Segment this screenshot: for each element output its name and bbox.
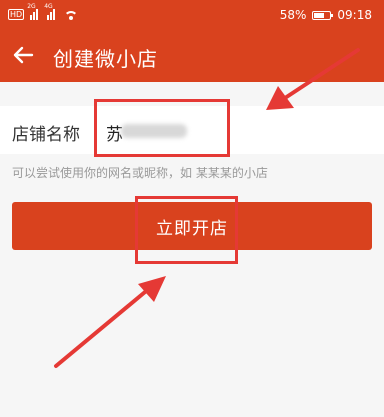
arrow-pointing-name-field bbox=[266, 48, 360, 110]
annotation-arrows bbox=[54, 48, 360, 368]
arrow-pointing-button bbox=[54, 276, 166, 368]
